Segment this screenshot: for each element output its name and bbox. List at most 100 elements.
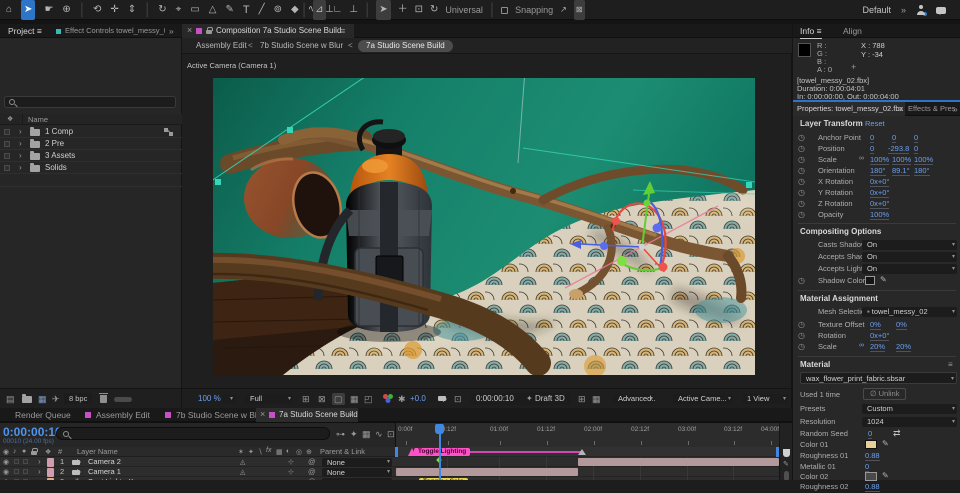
region-of-interest-icon[interactable]: ▢ [332,393,345,405]
tab-composition-active[interactable]: × Composition 7a Studio Scene Build ≡ [182,24,354,38]
project-tab-overflow-icon[interactable]: » [169,24,174,38]
property-value[interactable]: 0x+0° [870,331,889,341]
property-value[interactable]: 0 [868,429,872,439]
tab-overflow-icon[interactable]: » [953,102,958,116]
project-settings-icon[interactable]: ✈ [52,393,60,405]
stopwatch-icon[interactable]: ◷ [798,177,805,187]
snap-options-icon[interactable]: ⊠ [574,0,585,20]
property-value[interactable]: 0% [870,320,881,330]
adjustment-layer-icon[interactable]: ◎ [296,448,302,456]
tab-7b-scene[interactable]: 7b Studio Scene w Blur [176,408,264,422]
snapping-checkbox[interactable] [501,7,508,14]
grid-guides-icon[interactable]: ⊞ [302,393,310,405]
label-color-chip[interactable] [4,153,10,159]
stopwatch-icon[interactable]: ◷ [798,320,805,330]
pan-camera-tool-icon[interactable]: ✛ [110,0,118,20]
view-axis-mode-icon[interactable]: ⊥ [349,0,358,20]
home-icon[interactable]: ⌂ [6,0,12,20]
expand-chevron-icon[interactable]: › [19,162,22,174]
breadcrumb-item-7a-current[interactable]: 7a Studio Scene Build [358,40,453,52]
type-tool-icon[interactable]: T [243,0,250,20]
clone-stamp-tool-icon[interactable]: ⊚ [274,0,282,20]
label-color-column-icon[interactable]: ❖ [7,115,13,123]
snapshot-camera-icon[interactable] [438,396,446,401]
property-value[interactable]: 0x+0° [870,199,889,209]
tab-effects-presets[interactable]: Effects & Pres [908,102,955,116]
fx-icon[interactable]: fx [266,447,271,454]
quality-icon[interactable]: ∖ [258,448,262,456]
switch-box[interactable] [23,469,28,474]
tab-properties[interactable]: Properties: towel_messy_02.fbx [793,102,905,116]
parent-pickwhip-icon[interactable]: @ [308,467,316,477]
renderer-dropdown[interactable]: Advanced...▾ [613,394,655,404]
playhead-handle[interactable] [435,424,444,434]
switch-box[interactable] [14,469,19,474]
stopwatch-icon[interactable]: ◷ [798,210,805,220]
layer-bar-camera-2[interactable] [578,458,779,466]
property-value[interactable]: 0x+0° [870,177,889,187]
expand-chevron-icon[interactable]: › [38,467,41,477]
eyedropper-icon[interactable]: ✎ [880,275,887,284]
scrollbar-vertical[interactable] [784,471,789,480]
selection-tool-icon[interactable]: ➤ [21,0,35,20]
view-camera-dropdown[interactable]: Active Came...▾ [673,394,733,404]
label-color-chip[interactable] [4,141,10,147]
reset-exposure-icon[interactable]: ✱ [398,393,406,405]
timeline-search-input[interactable] [56,427,330,440]
delete-item-icon[interactable] [100,395,107,403]
property-value[interactable]: 0 [892,133,896,143]
project-row-2-pre[interactable]: › 2 Pre [0,138,182,150]
shadow-color-swatch[interactable] [865,276,875,285]
shape-tool-icon[interactable]: △ [209,0,217,20]
resolution-material-dropdown[interactable]: 1024▾ [862,417,957,427]
gizmo-scale-icon[interactable]: ⊡ [415,0,423,20]
exposure-value[interactable]: +0.0 [410,389,426,409]
pixel-aspect-icon[interactable]: ◰ [364,393,373,405]
stopwatch-icon[interactable]: ◷ [798,199,805,209]
extended-viewer-icon[interactable]: ▦ [592,393,601,405]
layer-name-column-header[interactable]: Layer Name [77,447,118,457]
show-channel-icon[interactable] [383,394,395,403]
frame-blend-icon[interactable]: ▦ [362,428,371,440]
new-folder-icon[interactable] [22,396,32,403]
new-composition-icon[interactable]: ▦ [38,393,47,405]
collapse-icon[interactable]: ✦ [248,448,254,456]
property-value[interactable]: 0.88 [865,482,880,492]
brush-tool-icon[interactable]: ╱ [259,0,265,20]
bit-depth-button[interactable]: 8 bpc [64,393,92,404]
property-value[interactable]: 0 [914,144,918,154]
tab-align[interactable]: Align [843,24,862,38]
tab-7a-scene-active[interactable]: × 7a Studio Scene Build ≡ [256,408,358,422]
switch-box[interactable] [14,459,19,464]
stopwatch-icon[interactable]: ◷ [798,342,805,352]
name-column-header[interactable]: Name [28,114,48,125]
link-dimensions-icon[interactable]: ∞ [859,155,864,162]
layer-name[interactable]: Camera 1 [88,467,121,477]
eraser-tool-icon[interactable]: ◆ [291,0,299,20]
property-value[interactable]: 0 [870,144,874,154]
tab-project[interactable]: Project ≡ [8,24,42,39]
stopwatch-icon[interactable]: ◷ [798,166,805,176]
view-layout-dropdown[interactable]: 1 View▾ [742,394,788,404]
folder-name[interactable]: 2 Pre [45,138,64,150]
property-value[interactable]: 180° [914,166,930,176]
folder-name[interactable]: 1 Comp [45,126,73,138]
eye-icon[interactable]: ◉ [3,468,9,476]
parent-link-dropdown[interactable]: None▾ [322,468,392,477]
property-value[interactable]: 0.88 [865,451,880,461]
active-timeline-tab-title[interactable]: 7a Studio Scene Build [279,408,358,422]
panel-menu-icon[interactable]: ≡ [348,408,353,422]
stopwatch-icon[interactable]: ◷ [798,188,805,198]
tab-effect-controls[interactable]: Effect Controls towel_messy_02.fbx [65,24,165,38]
property-value[interactable]: 100% [914,155,933,165]
panel-menu-icon[interactable]: ≡ [340,24,345,38]
composition-viewport-image[interactable] [213,78,755,375]
material-file-dropdown[interactable]: wax_flower_print_fabric.sbsar▾ [800,372,957,384]
label-color-chip[interactable] [4,129,10,135]
stopwatch-icon[interactable]: ◷ [798,133,805,143]
breadcrumb-item-7b[interactable]: 7b Studio Scene w Blur [260,38,343,54]
tab-render-queue[interactable]: Render Queue [15,408,71,422]
draft-3d-toggle[interactable]: ✦ Draft 3D [520,393,571,405]
graph-editor-icon[interactable]: ⊡ [387,428,395,440]
eyedropper-icon[interactable]: ✎ [882,471,889,480]
